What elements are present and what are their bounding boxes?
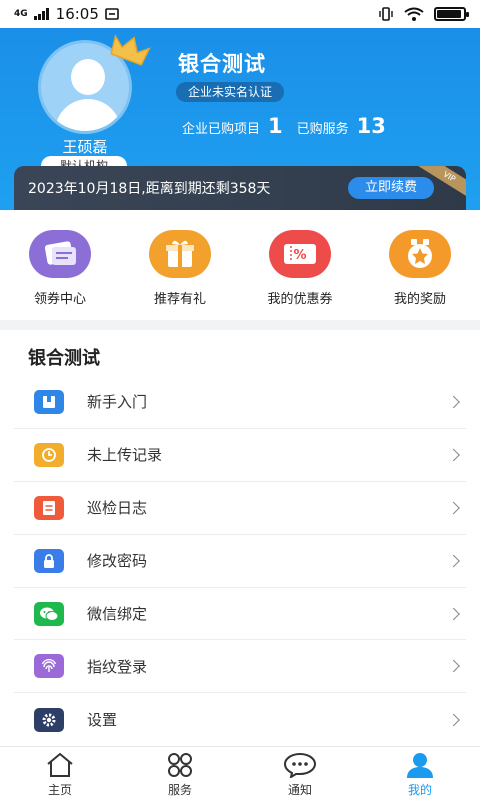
menu-item-label: 巡检日志 — [87, 499, 148, 518]
notification-icon — [105, 8, 119, 20]
quick-action-my-coupons[interactable]: % 我的优惠券 — [240, 210, 360, 320]
clock-icon — [34, 442, 64, 467]
status-bar: 4G 16:05 — [0, 0, 480, 28]
status-right — [378, 7, 469, 21]
quick-action-referral[interactable]: 推荐有礼 — [120, 210, 240, 320]
bottom-nav: 主页 服务 通知 我的 — [0, 746, 480, 800]
nav-label: 通知 — [287, 783, 312, 797]
vip-expiry-bar: 2023年10月18日,距离到期还剩358天 立即续费 VIP — [14, 166, 466, 210]
vibrate-icon — [379, 7, 393, 21]
svg-text:%: % — [293, 248, 306, 263]
lock-icon — [34, 548, 64, 573]
chevron-right-icon — [447, 554, 460, 567]
quick-action-coupon-center[interactable]: 领券中心 — [0, 210, 120, 320]
book-icon — [34, 389, 64, 414]
nav-label: 主页 — [47, 783, 72, 797]
gear-icon — [34, 707, 64, 732]
discount-coupon-icon: % — [269, 230, 331, 278]
coupon-center-icon — [29, 230, 91, 278]
grid-icon — [163, 751, 197, 779]
signal-icon — [33, 8, 49, 20]
nav-label: 服务 — [167, 783, 192, 797]
profile-header: 王硕磊 默认机构 银合测试 企业未实名认证 企业已购项目 1 已购服务 13 2… — [0, 28, 480, 210]
quick-action-my-rewards[interactable]: 我的奖励 — [360, 210, 480, 320]
quick-action-label: 我的优惠券 — [267, 292, 333, 307]
menu-item-label: 修改密码 — [87, 552, 148, 571]
nav-label: 我的 — [407, 783, 432, 797]
avatar-body — [55, 99, 121, 131]
menu-item-inspection-log[interactable]: 巡检日志 — [14, 482, 466, 535]
menu-item-label: 指纹登录 — [87, 657, 148, 676]
quick-action-label: 推荐有礼 — [153, 292, 206, 307]
reward-icon — [389, 230, 451, 278]
avatar-head — [71, 59, 105, 95]
chevron-right-icon — [447, 713, 460, 727]
menu-item-wechat-binding[interactable]: 微信绑定 — [14, 588, 466, 641]
quick-actions: 领券中心 推荐有礼 % 我的优惠券 我的奖励 — [0, 210, 480, 320]
battery-level — [437, 10, 461, 18]
cert-status-badge[interactable]: 企业未实名认证 — [176, 82, 285, 102]
wechat-icon — [34, 601, 64, 626]
user-icon — [403, 751, 437, 779]
menu-item-label: 新手入门 — [87, 393, 148, 412]
menu-item-unuploaded-records[interactable]: 未上传记录 — [14, 429, 466, 482]
menu-list: 新手入门 未上传记录 巡检日志 修改密码 微信绑定 指纹登录 设置 — [14, 376, 466, 746]
wifi-icon — [404, 7, 424, 21]
chat-icon — [283, 751, 317, 779]
vip-expiry-text: 2023年10月18日,距离到期还剩358天 — [28, 181, 271, 197]
home-icon — [43, 751, 77, 779]
menu-title: 银合测试 — [28, 348, 100, 369]
quick-action-label: 我的奖励 — [393, 292, 446, 307]
chevron-right-icon — [447, 395, 460, 409]
avatar-wrap[interactable] — [38, 34, 151, 134]
nav-mine[interactable]: 我的 — [360, 747, 480, 800]
network-label: 4G — [14, 8, 28, 19]
chevron-right-icon — [447, 607, 460, 620]
quick-action-label: 领券中心 — [33, 292, 86, 307]
chevron-right-icon — [447, 501, 460, 515]
menu-item-change-password[interactable]: 修改密码 — [14, 535, 466, 588]
purchased-items-count[interactable]: 1 — [268, 114, 283, 138]
menu-item-beginner-guide[interactable]: 新手入门 — [14, 376, 466, 429]
gift-icon — [149, 230, 211, 278]
log-icon — [34, 495, 64, 520]
user-name: 王硕磊 — [62, 138, 108, 156]
fingerprint-icon — [34, 654, 64, 679]
menu-section: 银合测试 新手入门 未上传记录 巡检日志 修改密码 微信绑定 指纹登录 设置 — [0, 330, 480, 746]
company-name: 银合测试 — [178, 52, 266, 76]
purchased-services-label: 已购服务 — [296, 122, 349, 137]
chevron-right-icon — [447, 660, 460, 673]
renew-button[interactable]: 立即续费 — [348, 177, 434, 199]
menu-item-label: 未上传记录 — [87, 446, 163, 465]
nav-services[interactable]: 服务 — [120, 747, 240, 800]
chevron-right-icon — [447, 448, 460, 462]
menu-item-settings[interactable]: 设置 — [14, 693, 466, 746]
clock-time: 16:05 — [55, 5, 99, 23]
menu-item-label: 设置 — [87, 711, 118, 730]
menu-item-label: 微信绑定 — [87, 605, 148, 623]
status-left: 4G 16:05 — [14, 5, 119, 23]
battery-icon — [434, 7, 469, 21]
nav-home[interactable]: 主页 — [0, 747, 120, 800]
nav-notifications[interactable]: 通知 — [240, 747, 360, 800]
purchased-items-label: 企业已购项目 — [182, 122, 261, 137]
purchased-services-count[interactable]: 13 — [357, 114, 386, 138]
menu-item-fingerprint-login[interactable]: 指纹登录 — [14, 640, 466, 694]
purchase-stats: 企业已购项目 1 已购服务 13 — [182, 114, 400, 138]
